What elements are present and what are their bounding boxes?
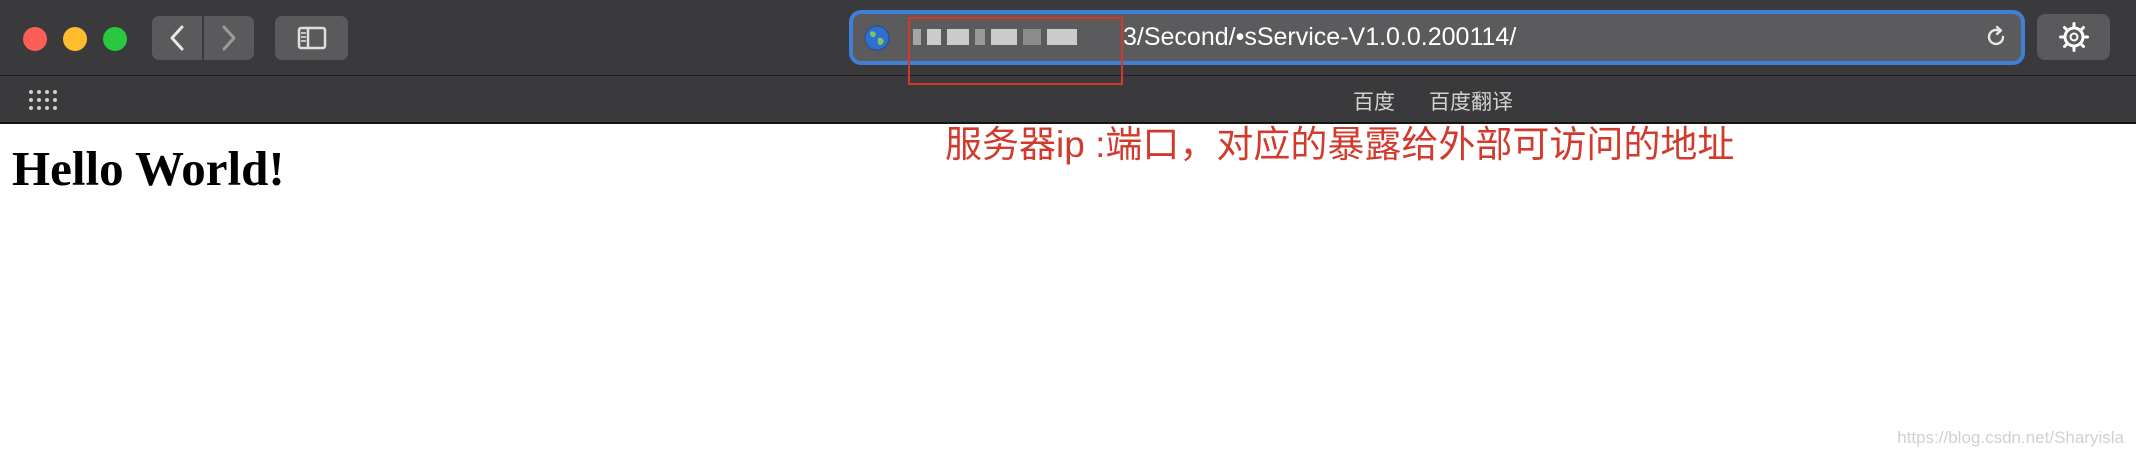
minimize-window-button[interactable] <box>63 27 87 51</box>
url-text: 3/Second/•sService-V1.0.0.200114/ <box>1123 23 1517 51</box>
page-heading: Hello World! <box>12 141 285 196</box>
favorite-link-baidu-translate[interactable]: 百度翻译 <box>1429 86 1513 116</box>
sidebar-icon <box>297 26 326 50</box>
settings-button[interactable] <box>2037 14 2110 60</box>
forward-button[interactable] <box>202 16 254 60</box>
navigation-buttons <box>152 16 254 60</box>
favorite-link-baidu[interactable]: 百度 <box>1353 86 1395 116</box>
globe-icon <box>864 25 890 51</box>
sidebar-toggle-button[interactable] <box>275 16 348 60</box>
watermark: https://blog.csdn.net/Sharyisla <box>1897 428 2124 447</box>
back-button[interactable] <box>152 16 202 60</box>
annotation-highlight-box <box>908 17 1123 85</box>
zoom-window-button[interactable] <box>103 27 127 51</box>
grid-icon[interactable] <box>28 89 58 111</box>
chevron-left-icon <box>170 25 184 51</box>
reload-icon[interactable] <box>1983 24 2009 50</box>
gear-icon <box>2058 22 2089 52</box>
annotation-text: 服务器ip :端口，对应的暴露给外部可访问的地址 <box>945 124 1735 165</box>
chevron-right-icon <box>222 25 236 51</box>
close-window-button[interactable] <box>23 27 47 51</box>
